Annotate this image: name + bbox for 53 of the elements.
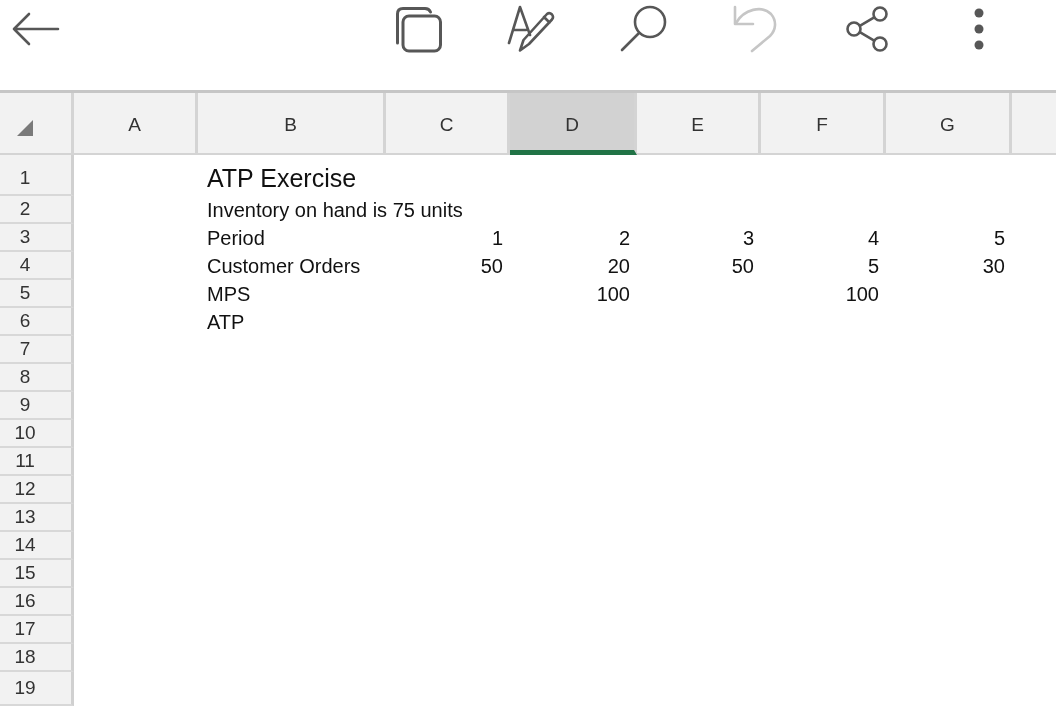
cell-value: 1 <box>491 226 503 250</box>
cell-text: Customer Orders <box>207 254 361 278</box>
cell-text: Period <box>207 226 265 250</box>
row-header[interactable]: 3 <box>0 224 74 252</box>
cell-value: 50 <box>731 254 754 278</box>
cell-value: 2 <box>618 226 630 250</box>
row-header[interactable]: 12 <box>0 476 74 504</box>
cell-value: 50 <box>480 254 503 278</box>
column-header[interactable]: E <box>637 93 761 155</box>
cell-text: ATP <box>207 310 245 334</box>
row-header[interactable]: 18 <box>0 644 74 672</box>
cell-value: 4 <box>867 226 879 250</box>
row-header[interactable]: 14 <box>0 532 74 560</box>
cell-value: 30 <box>982 254 1005 278</box>
cell-text: Inventory on hand is 75 units <box>207 198 463 222</box>
row-header[interactable]: 19 <box>0 672 74 706</box>
column-header[interactable]: F <box>761 93 886 155</box>
more-icon <box>974 8 984 50</box>
cell-value: 100 <box>845 282 879 306</box>
undo-icon <box>732 5 778 53</box>
cell-value: 3 <box>742 226 754 250</box>
cell-value: 20 <box>607 254 630 278</box>
column-header[interactable]: B <box>198 93 386 155</box>
row-header[interactable]: 6 <box>0 308 74 336</box>
copy-icon <box>395 5 443 53</box>
column-header[interactable]: C <box>386 93 510 155</box>
row-header[interactable]: 4 <box>0 252 74 280</box>
cell-text: MPS <box>207 282 251 306</box>
row-header[interactable]: 11 <box>0 448 74 476</box>
column-header[interactable]: A <box>74 93 198 155</box>
search-icon <box>619 5 667 53</box>
row-header[interactable]: 2 <box>0 196 74 224</box>
row-header[interactable]: 5 <box>0 280 74 308</box>
letter-pencil-icon <box>507 5 555 53</box>
select-all-button[interactable] <box>0 93 74 155</box>
row-header[interactable]: 7 <box>0 336 74 364</box>
row-header[interactable]: 9 <box>0 392 74 420</box>
row-header[interactable]: 16 <box>0 588 74 616</box>
row-header[interactable]: 13 <box>0 504 74 532</box>
triangle-icon <box>17 120 33 136</box>
cell-value: 5 <box>867 254 879 278</box>
row-header[interactable]: 17 <box>0 616 74 644</box>
share-icon <box>845 5 889 53</box>
cell-value: 5 <box>993 226 1005 250</box>
title-text: ATP Exercise <box>207 164 357 193</box>
row-header[interactable]: 8 <box>0 364 74 392</box>
row-header[interactable]: 10 <box>0 420 74 448</box>
row-header[interactable]: 15 <box>0 560 74 588</box>
cell-value: 100 <box>596 282 630 306</box>
column-header[interactable]: D <box>510 93 637 155</box>
row-header[interactable]: 1 <box>0 155 74 196</box>
back-arrow-icon <box>12 12 60 46</box>
column-header[interactable]: G <box>886 93 1012 155</box>
